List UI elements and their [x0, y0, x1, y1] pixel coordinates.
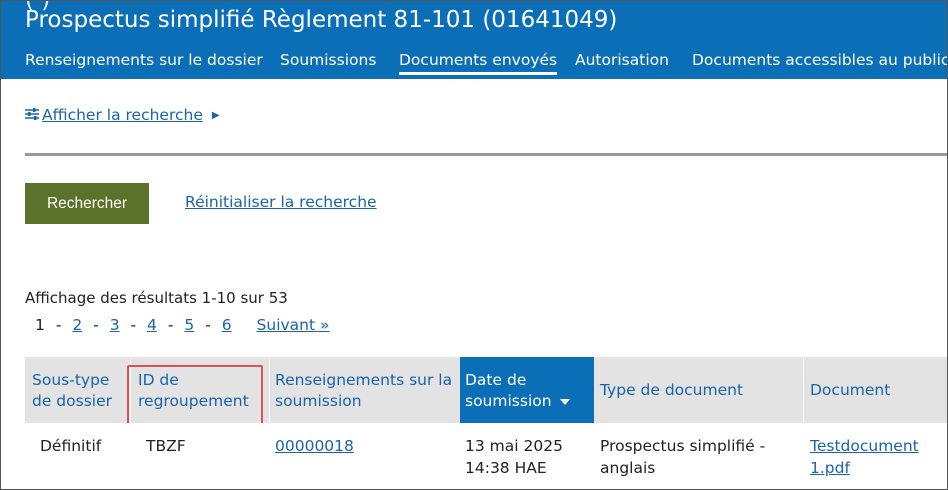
highlight-box: [127, 365, 263, 425]
search-divider: [25, 153, 947, 156]
column-header-submission-date[interactable]: Date de soumission: [460, 357, 594, 423]
cell-submission-link[interactable]: 00000018: [275, 435, 354, 457]
tab-submissions[interactable]: Soumissions: [280, 51, 376, 69]
pager-page-3[interactable]: 3: [110, 316, 120, 334]
tab-dossier-info[interactable]: Renseignements sur le dossier: [25, 51, 263, 69]
column-header-subtype[interactable]: Sous-type de dossier: [25, 357, 130, 423]
column-header-submission-date-line1: Date de: [465, 371, 527, 389]
cell-document-link[interactable]: Testdocument 1.pdf: [810, 435, 919, 479]
pager-separator: -: [55, 316, 62, 334]
filter-sliders-icon: [25, 106, 39, 124]
pagination: 1 - 2 - 3 - 4 - 5 - 6 Suivant »: [35, 316, 335, 334]
pager-page-4[interactable]: 4: [147, 316, 157, 334]
column-header-document[interactable]: Document: [804, 357, 947, 423]
search-button[interactable]: Rechercher: [25, 183, 149, 224]
tab-documents-sent[interactable]: Documents envoyés: [399, 51, 558, 75]
column-header-submission-info-line1: Renseignements sur la: [275, 371, 453, 389]
column-header-submission-date-line2: soumission: [465, 392, 552, 410]
cell-date: 13 mai 2025: [465, 437, 563, 455]
results-summary: Affichage des résultats 1-10 sur 53: [25, 289, 288, 307]
tab-authorization[interactable]: Autorisation: [575, 51, 669, 69]
page-title: Prospectus simplifié Règlement 81-101 (0…: [25, 7, 618, 33]
reset-search-link[interactable]: Réinitialiser la recherche: [185, 193, 377, 211]
page-header: ( ) Prospectus simplifié Règlement 81-10…: [1, 1, 947, 79]
show-search-label[interactable]: Afficher la recherche: [42, 106, 203, 124]
column-header-document-type[interactable]: Type de document: [594, 357, 803, 423]
cell-subtype: Définitif: [40, 437, 102, 455]
column-header-submission-info-line2: soumission: [275, 392, 362, 410]
table-row: Définitif TBZF 00000018 13 mai 2025 14:3…: [25, 423, 947, 489]
cell-document-link-line1: Testdocument: [810, 437, 919, 455]
pager-page-5[interactable]: 5: [184, 316, 194, 334]
pager-separator: -: [130, 316, 137, 334]
column-header-submission-info[interactable]: Renseignements sur la soumission: [270, 357, 460, 423]
cell-group-id: TBZF: [146, 437, 186, 455]
caret-right-icon: ▶: [211, 109, 220, 121]
pager-separator: -: [93, 316, 99, 334]
column-header-subtype-line1: Sous-type: [32, 371, 110, 389]
column-header-subtype-line2: de dossier: [32, 392, 112, 410]
pager-separator: -: [167, 316, 174, 334]
cell-submission-date: 13 mai 2025 14:38 HAE: [465, 435, 563, 479]
pager-current-page: 1: [35, 316, 45, 334]
tab-public-documents[interactable]: Documents accessibles au public: [692, 51, 947, 69]
tab-bar: Renseignements sur le dossier Soumission…: [1, 49, 947, 77]
pager-page-2[interactable]: 2: [72, 316, 82, 334]
cell-document-type-line2: anglais: [600, 459, 656, 477]
pager-page-6[interactable]: 6: [222, 316, 232, 334]
cell-document-type-line1: Prospectus simplifié -: [600, 437, 766, 455]
pager-next-link[interactable]: Suivant »: [257, 316, 330, 334]
sort-descending-icon: [559, 398, 570, 405]
show-search-toggle[interactable]: Afficher la recherche ▶: [25, 106, 220, 124]
cell-document-type: Prospectus simplifié - anglais: [600, 435, 765, 479]
cell-document-link-line2: 1.pdf: [810, 459, 850, 477]
cell-time: 14:38 HAE: [465, 459, 547, 477]
app-window: ( ) Prospectus simplifié Règlement 81-10…: [0, 0, 948, 490]
pager-separator: -: [205, 316, 211, 334]
